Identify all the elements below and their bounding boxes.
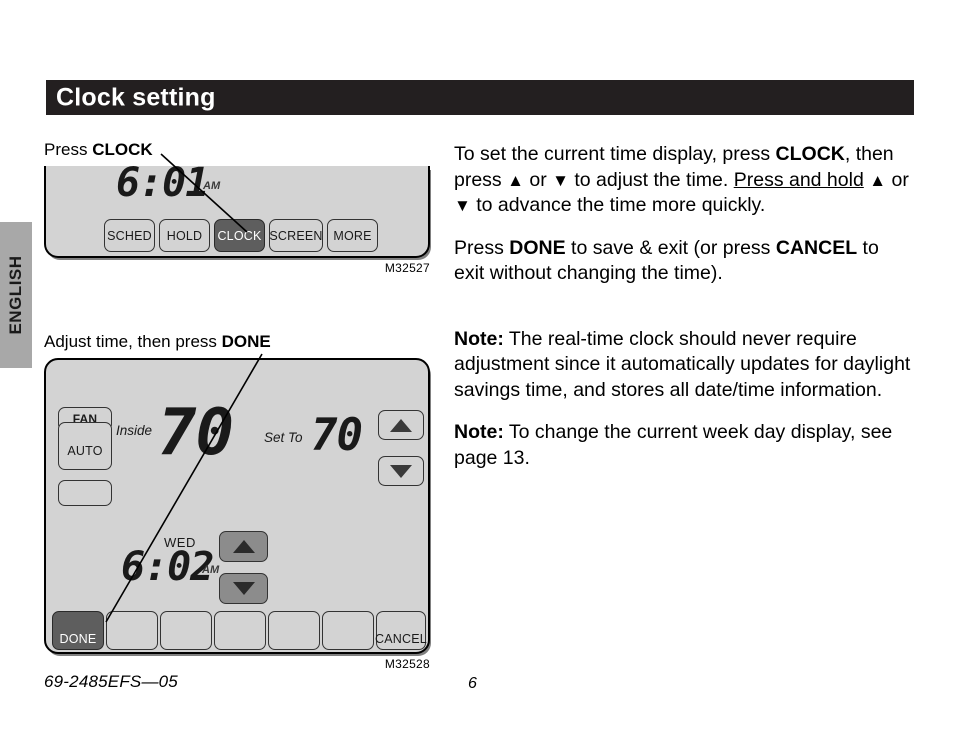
language-tab-english: ENGLISH	[0, 222, 32, 368]
softkey-more[interactable]: MORE	[327, 219, 378, 252]
triangle-up-icon	[232, 540, 255, 553]
figure-2-caption-bold: DONE	[221, 332, 271, 351]
note-2-label: Note:	[454, 421, 504, 443]
para2-bold-done: DONE	[509, 236, 566, 259]
softkey-done-label: DONE	[59, 632, 97, 646]
softkey-cancel-label: CANCEL	[375, 632, 427, 646]
figure-1-id-label: M32527	[384, 261, 430, 275]
setto-temp-value: 70	[311, 410, 363, 461]
paragraph-set-time: To set the current time display, press C…	[454, 142, 914, 219]
para2-text-2: to save & exit (or press	[565, 236, 776, 259]
temp-down-button[interactable]	[378, 456, 424, 486]
figure-2-time-display: 6:02	[121, 544, 214, 590]
softkey-sched[interactable]: SCHED	[104, 219, 155, 252]
language-tab-label: ENGLISH	[6, 255, 25, 335]
inside-temp-label: Inside	[116, 423, 153, 438]
footer-document-number: 69-2485EFS—05	[44, 672, 178, 691]
figure-clock-press: Press CLOCK 6:01 AM SCHED HOLD CLOCK SCR…	[44, 140, 444, 320]
para1-text-4: to adjust the time.	[568, 168, 734, 191]
note-1-label: Note:	[454, 327, 504, 350]
para1-underlined-press-and-hold: Press and hold	[733, 168, 864, 191]
time-up-button[interactable]	[219, 531, 268, 562]
section-header-bar: Clock setting	[46, 80, 914, 115]
paragraph-done-cancel: Press DONE to save & exit (or press CANC…	[454, 236, 914, 287]
fan-mode-label: AUTO	[67, 444, 103, 458]
softkey-screen-label: SCREEN	[269, 228, 323, 243]
time-down-button[interactable]	[219, 573, 268, 604]
figure-1-caption-bold: CLOCK	[92, 140, 153, 159]
setto-temp-label: Set To	[264, 430, 303, 445]
softkey-hold-label: HOLD	[166, 228, 203, 243]
footer-page-number: 6	[468, 675, 477, 692]
thermostat-figure-1: 6:01 AM SCHED HOLD CLOCK SCREEN MORE	[44, 160, 430, 258]
softkey-sched-label: SCHED	[107, 228, 152, 243]
para2-text-1: Press	[454, 236, 510, 259]
softkey-clock-label: CLOCK	[217, 228, 262, 243]
arrow-up-glyph-1: ▲	[507, 170, 524, 190]
figure-1-caption: Press CLOCK	[44, 140, 444, 160]
figure-1-ampm-indicator: AM	[203, 180, 221, 192]
softkey-blank-4[interactable]	[268, 611, 320, 650]
temp-up-button[interactable]	[378, 410, 424, 440]
figure-2-ampm-indicator: AM	[202, 564, 220, 576]
inside-temp-value: 70	[158, 396, 234, 470]
para1-text-6: or	[886, 168, 909, 191]
note-weekday-display: Note: To change the current week day dis…	[454, 420, 914, 471]
page-title: Clock setting	[56, 83, 216, 111]
softkey-blank-5[interactable]	[322, 611, 374, 650]
figure-1-caption-prefix: Press	[44, 140, 93, 159]
fan-mode-button[interactable]: AUTO	[58, 422, 112, 470]
softkey-done[interactable]: DONE	[52, 611, 104, 650]
note-realtime-clock: Note: The real-time clock should never r…	[454, 327, 914, 404]
figure-adjust-done: Adjust time, then press DONE FAN AUTO In…	[44, 332, 444, 671]
para1-text-3: or	[523, 168, 553, 191]
softkey-hold[interactable]: HOLD	[159, 219, 210, 252]
mode-button-blank[interactable]	[58, 480, 112, 506]
arrow-down-glyph-1: ▼	[552, 170, 569, 190]
softkey-blank-1[interactable]	[106, 611, 158, 650]
para1-bold-clock: CLOCK	[775, 143, 845, 165]
para1-text-7: to advance the time more quickly.	[470, 194, 766, 216]
note-2-text: To change the current week day display, …	[454, 421, 893, 469]
thermostat-figure-2: FAN AUTO Inside 70 Set To 70 WED 6:02 AM…	[44, 358, 430, 654]
softkey-cancel[interactable]: CANCEL	[375, 611, 427, 650]
softkey-screen[interactable]: SCREEN	[269, 219, 323, 252]
para1-text-1: To set the current time display, press	[454, 143, 776, 165]
figure-1-time-display: 6:01	[116, 160, 209, 206]
figures-column: Press CLOCK 6:01 AM SCHED HOLD CLOCK SCR…	[44, 140, 444, 671]
figure-2-caption: Adjust time, then press DONE	[44, 332, 444, 352]
softkey-blank-3[interactable]	[214, 611, 266, 650]
triangle-up-icon	[390, 418, 412, 432]
triangle-down-icon	[232, 582, 255, 595]
note-1-text: The real-time clock should never require…	[454, 327, 911, 401]
arrow-down-glyph-2: ▼	[454, 196, 471, 215]
para2-bold-cancel: CANCEL	[775, 236, 858, 259]
instructions-column: To set the current time display, press C…	[454, 142, 914, 488]
arrow-up-glyph-2: ▲	[869, 170, 887, 190]
softkey-more-label: MORE	[333, 228, 372, 243]
softkey-clock[interactable]: CLOCK	[214, 219, 265, 252]
softkey-blank-2[interactable]	[160, 611, 212, 650]
triangle-down-icon	[390, 464, 412, 478]
figure-2-id-label: M32528	[384, 657, 430, 671]
figure-2-caption-prefix: Adjust time, then press	[44, 332, 222, 351]
